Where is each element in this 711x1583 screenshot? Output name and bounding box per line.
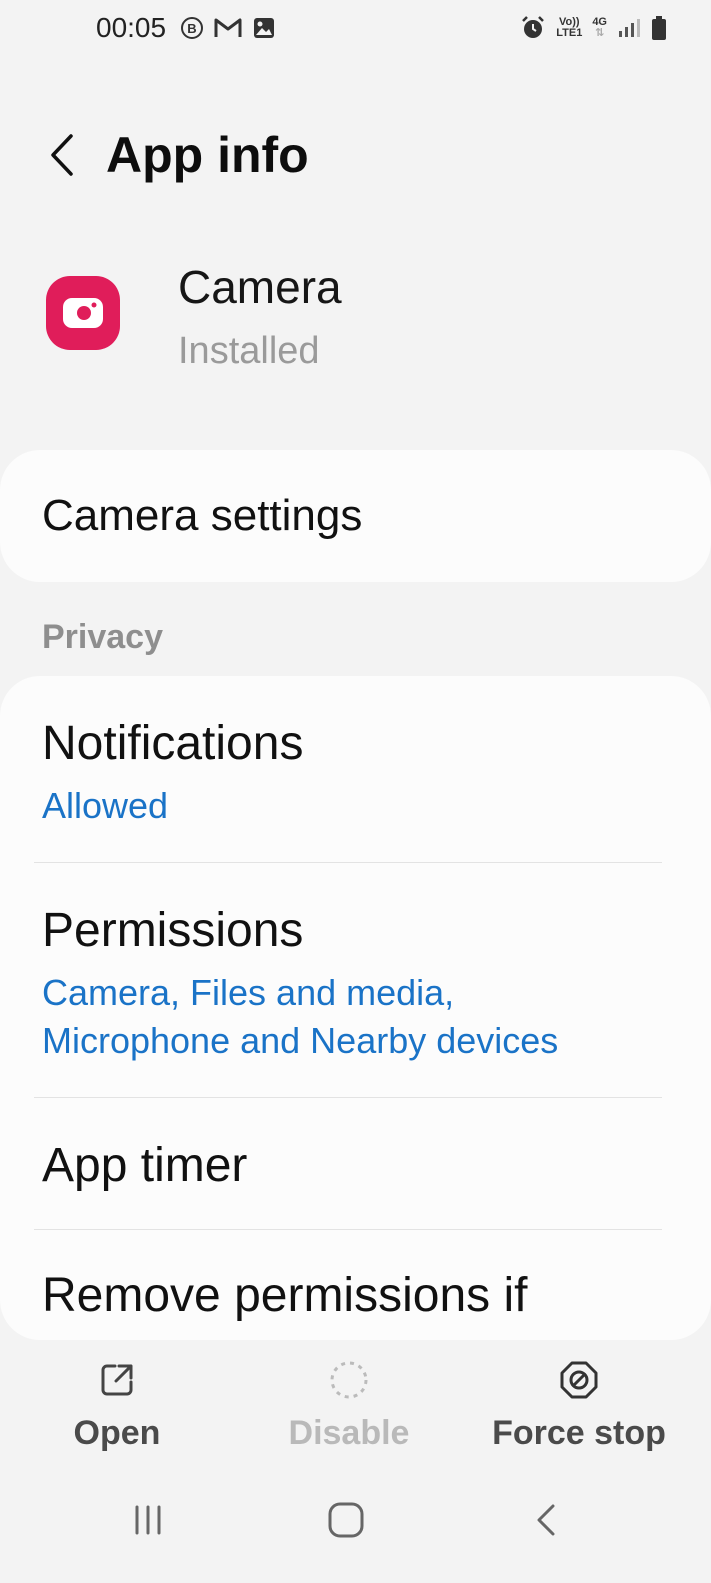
app-timer-row[interactable]: App timer bbox=[0, 1098, 711, 1228]
app-timer-title: App timer bbox=[42, 1139, 248, 1192]
open-external-icon bbox=[95, 1358, 139, 1402]
remove-permissions-row[interactable]: Remove permissions if bbox=[0, 1230, 711, 1340]
system-nav-bar bbox=[0, 1478, 711, 1558]
section-label-privacy: Privacy bbox=[42, 618, 163, 656]
camera-settings-row[interactable]: Camera settings bbox=[0, 450, 711, 582]
status-bar: 00:05 B Vo)) LTE1 4G ⇅ bbox=[0, 0, 711, 56]
status-right: Vo)) LTE1 4G ⇅ bbox=[520, 15, 667, 41]
chevron-left-icon bbox=[51, 134, 73, 176]
force-stop-button[interactable]: Force stop bbox=[486, 1350, 672, 1460]
app-header: Camera Installed bbox=[0, 250, 711, 390]
volte-indicator: Vo)) LTE1 bbox=[556, 17, 582, 39]
disable-icon bbox=[327, 1358, 371, 1402]
status-time: 00:05 bbox=[96, 12, 167, 43]
alarm-icon bbox=[520, 15, 546, 41]
lte-label: LTE1 bbox=[556, 27, 583, 39]
gmail-icon bbox=[214, 17, 242, 39]
app-name: Camera bbox=[178, 261, 342, 313]
app-bar: App info bbox=[0, 100, 711, 210]
privacy-card: Notifications Allowed Permissions Camera… bbox=[0, 676, 711, 1340]
back-icon bbox=[537, 1504, 555, 1536]
battery-icon bbox=[651, 15, 667, 41]
b-icon: B bbox=[180, 16, 204, 40]
back-button[interactable] bbox=[32, 125, 92, 185]
data-arrows-icon: ⇅ bbox=[595, 27, 605, 39]
page-title: App info bbox=[106, 127, 309, 183]
camera-app-icon bbox=[46, 276, 120, 350]
signal-icon bbox=[617, 17, 641, 39]
data-type-indicator: 4G ⇅ bbox=[592, 17, 607, 39]
status-left: 00:05 B bbox=[96, 12, 276, 44]
remove-permissions-title: Remove permissions if bbox=[42, 1269, 528, 1322]
disable-button[interactable]: Disable bbox=[276, 1350, 422, 1460]
recent-apps-button[interactable] bbox=[118, 1490, 178, 1550]
nav-back-button[interactable] bbox=[516, 1490, 576, 1550]
home-icon bbox=[328, 1502, 364, 1538]
bottom-action-bar: Open Disable Force stop bbox=[0, 1350, 711, 1470]
gallery-icon bbox=[252, 16, 276, 40]
camera-settings-label: Camera settings bbox=[42, 491, 363, 540]
force-stop-icon bbox=[557, 1358, 601, 1402]
disable-label: Disable bbox=[288, 1414, 410, 1452]
permissions-summary-line2: Microphone and Nearby devices bbox=[42, 1020, 559, 1061]
open-label: Open bbox=[73, 1414, 161, 1452]
home-button[interactable] bbox=[316, 1490, 376, 1550]
permissions-summary-line1: Camera, Files and media, bbox=[42, 972, 455, 1013]
open-button[interactable]: Open bbox=[54, 1350, 180, 1460]
notifications-title: Notifications bbox=[42, 717, 304, 770]
recent-apps-icon bbox=[135, 1505, 161, 1535]
force-stop-label: Force stop bbox=[492, 1414, 666, 1452]
notifications-status: Allowed bbox=[42, 785, 169, 826]
svg-text:B: B bbox=[187, 21, 196, 36]
permissions-row[interactable]: Permissions Camera, Files and media, Mic… bbox=[0, 863, 711, 1097]
app-install-status: Installed bbox=[178, 330, 320, 372]
notifications-row[interactable]: Notifications Allowed bbox=[0, 676, 711, 862]
permissions-title: Permissions bbox=[42, 904, 304, 957]
